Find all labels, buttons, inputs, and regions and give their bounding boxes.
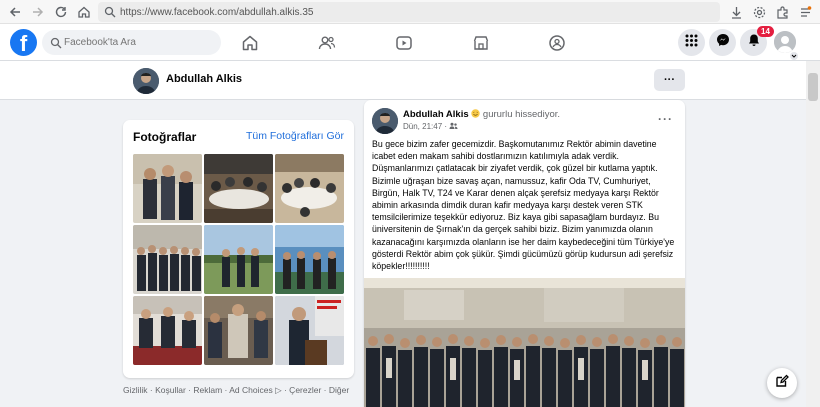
marketplace-icon[interactable] (470, 32, 492, 54)
browser-toolbar: https://www.facebook.com/abdullah.alkis.… (0, 0, 820, 24)
post-author-name[interactable]: Abdullah Alkis (403, 109, 469, 120)
settings-icon[interactable] (750, 3, 768, 21)
photo-thumbnail[interactable] (275, 296, 344, 365)
search-icon (104, 5, 116, 23)
post-options-button[interactable]: ··· (658, 112, 673, 126)
post-author-line: Abdullah Alkis gururlu hissediyor. (403, 109, 560, 120)
reload-icon[interactable] (52, 3, 70, 21)
groups-icon[interactable] (546, 32, 568, 54)
grid-icon (685, 34, 698, 52)
friends-audience-icon (449, 122, 458, 131)
post-meta: Dün, 21:47 · (403, 122, 458, 131)
post-photo[interactable] (364, 278, 685, 407)
photos-title: Fotoğraflar (133, 130, 197, 144)
post-time[interactable]: Dün, 21:47 · (403, 122, 447, 131)
profile-more-button[interactable]: ··· (654, 69, 685, 91)
messenger-button[interactable] (709, 29, 736, 56)
post-text: Bu gece bizim zafer gecemizdir. Başkomut… (372, 139, 675, 272)
search-input[interactable] (64, 37, 204, 48)
post-feeling: gururlu hissediyor. (482, 109, 561, 120)
photo-thumbnail[interactable] (204, 154, 273, 223)
back-icon[interactable] (6, 3, 24, 21)
facebook-header: f (0, 24, 820, 61)
photo-thumbnail[interactable] (133, 225, 202, 294)
extensions-icon[interactable] (773, 3, 791, 21)
home-icon[interactable] (239, 32, 261, 54)
post-author-avatar[interactable] (372, 108, 398, 134)
menu-grid-button[interactable] (678, 29, 705, 56)
new-message-button[interactable] (767, 368, 797, 398)
scrollbar[interactable] (806, 61, 820, 407)
facebook-logo[interactable]: f (10, 29, 37, 56)
photo-thumbnail[interactable] (204, 225, 273, 294)
footer-links[interactable]: Gizlilik · Koşullar · Reklam · Ad Choice… (123, 385, 349, 396)
download-icon[interactable] (727, 3, 745, 21)
watch-icon[interactable] (393, 32, 415, 54)
friends-icon[interactable] (316, 32, 338, 54)
search-icon (50, 36, 62, 54)
search-box[interactable] (42, 30, 221, 55)
scrollbar-thumb[interactable] (808, 73, 818, 101)
forward-icon[interactable] (29, 3, 47, 21)
photo-thumbnail[interactable] (204, 296, 273, 365)
photo-thumbnail[interactable] (275, 225, 344, 294)
photos-card: Fotoğraflar Tüm Fotoğrafları Gör (123, 120, 354, 378)
feeling-emoji-icon (471, 109, 483, 120)
compose-icon (775, 374, 789, 393)
post-card: Abdullah Alkis gururlu hissediyor. Dün, … (364, 100, 685, 407)
home-browser-icon[interactable] (75, 3, 93, 21)
profile-header: Abdullah Alkis ··· (0, 61, 806, 100)
profile-name[interactable]: Abdullah Alkis (166, 73, 242, 85)
see-all-photos-link[interactable]: Tüm Fotoğrafları Gör (246, 130, 344, 142)
photo-thumbnail[interactable] (133, 296, 202, 365)
menu-icon[interactable] (796, 3, 814, 21)
url-text: https://www.facebook.com/abdullah.alkis.… (120, 6, 314, 18)
notification-badge: 14 (757, 26, 774, 37)
address-bar[interactable]: https://www.facebook.com/abdullah.alkis.… (98, 2, 720, 22)
messenger-icon (716, 33, 730, 52)
photo-thumbnail[interactable] (275, 154, 344, 223)
photo-thumbnail[interactable] (133, 154, 202, 223)
logo-letter: f (19, 31, 28, 56)
profile-avatar[interactable] (133, 68, 159, 94)
